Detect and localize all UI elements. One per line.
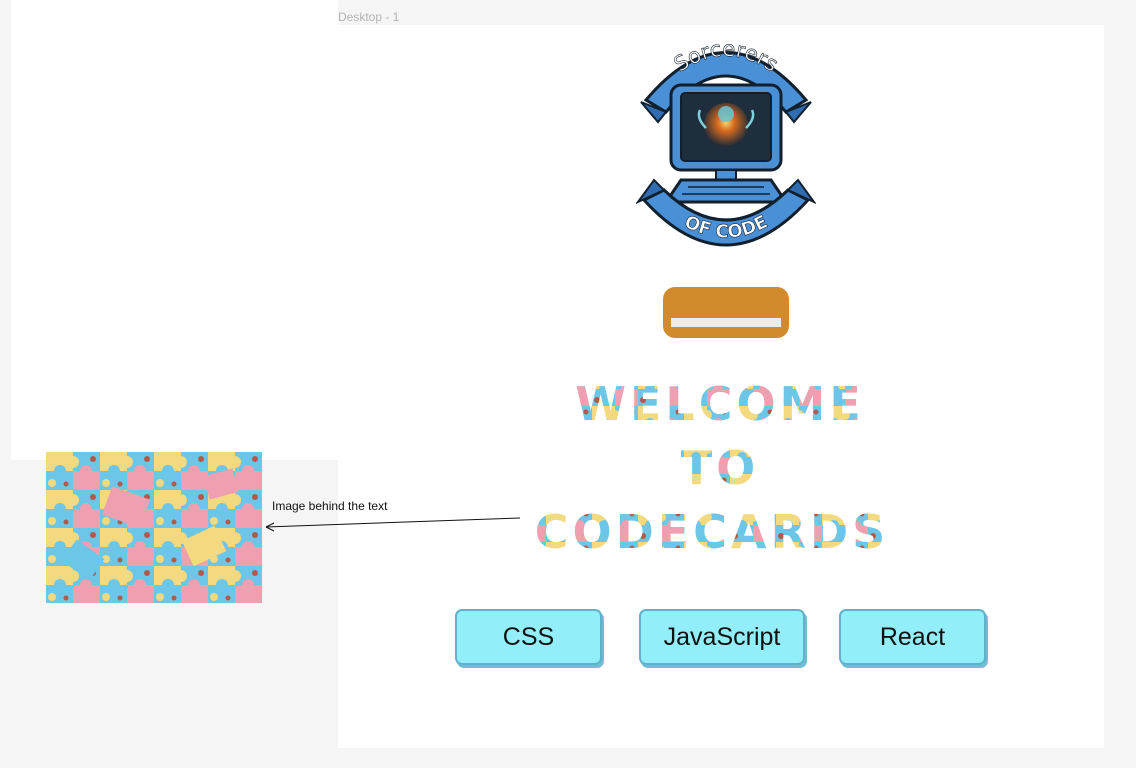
welcome-heading: WELCOME TO CODECARDS bbox=[535, 377, 890, 559]
puzzle-background-image[interactable] bbox=[46, 452, 262, 603]
css-button[interactable]: CSS bbox=[455, 609, 602, 665]
left-canvas-panel bbox=[11, 0, 338, 460]
orange-button[interactable] bbox=[663, 287, 789, 338]
welcome-line-3: CODECARDS bbox=[535, 505, 890, 559]
welcome-line-1: WELCOME bbox=[575, 377, 865, 431]
button-label-placeholder bbox=[671, 318, 781, 327]
annotation-label: Image behind the text bbox=[272, 499, 388, 513]
frame-label[interactable]: Desktop - 1 bbox=[338, 10, 399, 24]
react-button[interactable]: React bbox=[839, 609, 986, 665]
sorcerers-of-code-logo: Sorcerers OF CODE bbox=[636, 37, 816, 247]
welcome-line-2: TO bbox=[681, 441, 759, 495]
javascript-button[interactable]: JavaScript bbox=[639, 609, 805, 665]
arrow-left-icon bbox=[265, 517, 521, 532]
